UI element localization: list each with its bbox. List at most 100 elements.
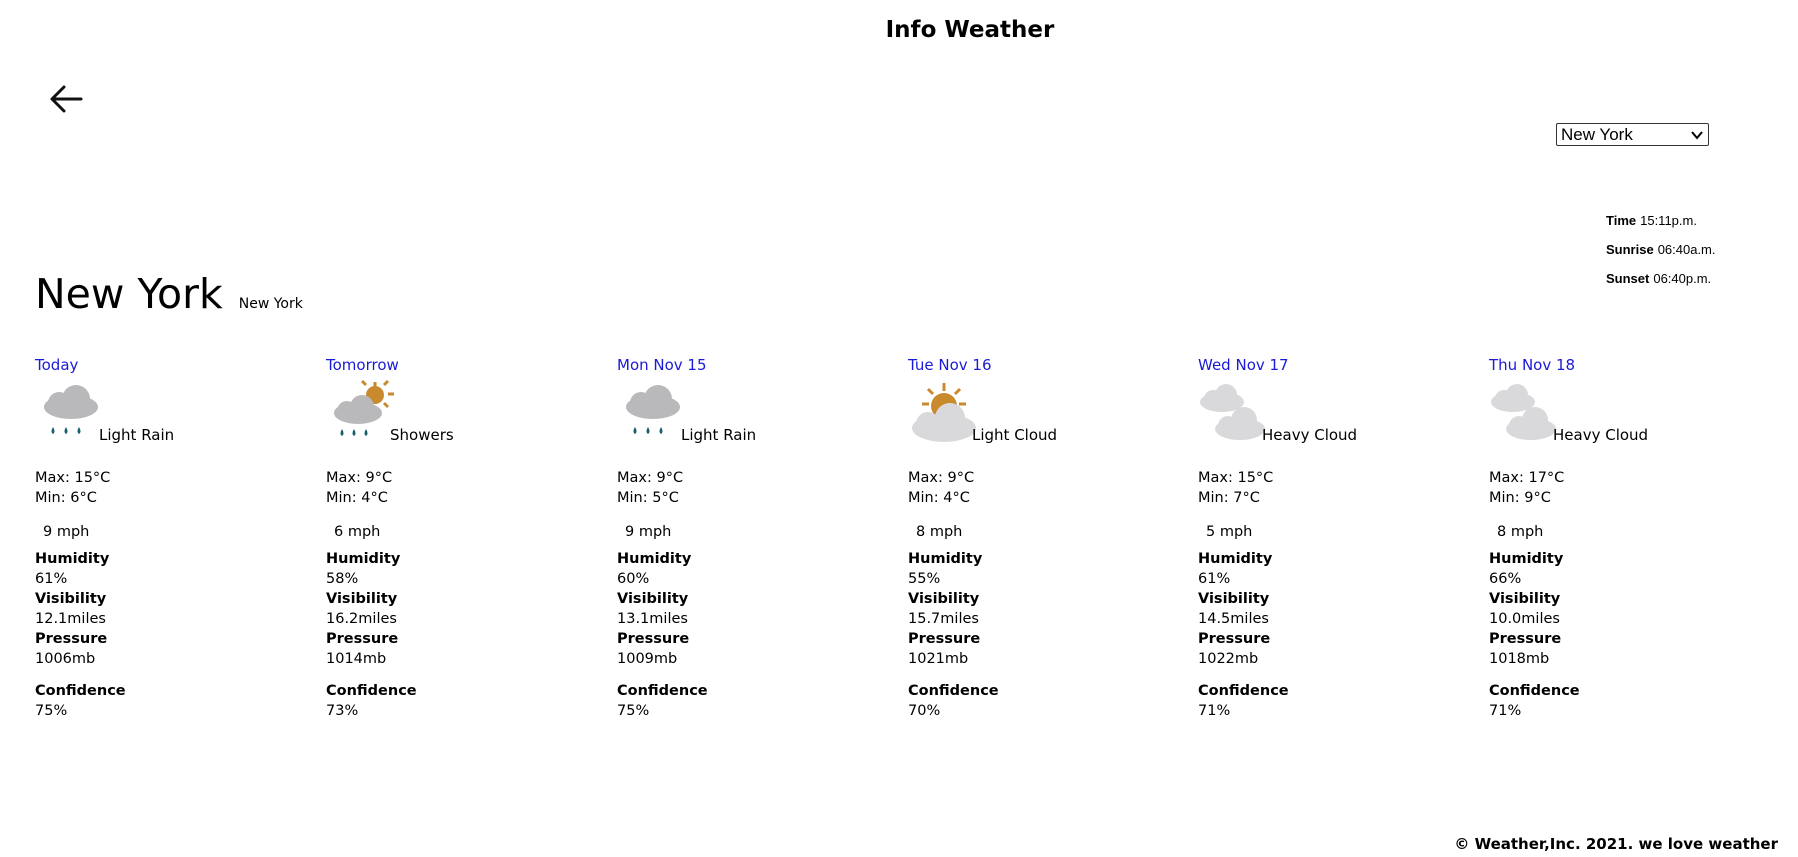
confidence-label: Confidence — [1489, 683, 1580, 699]
humidity-label: Humidity — [35, 551, 110, 567]
heavy-cloud-icon — [1491, 384, 1558, 442]
city-name: New York — [35, 270, 223, 318]
heavy-cloud-icon — [1200, 384, 1267, 442]
humidity-value: 58% — [326, 571, 359, 587]
visibility-label: Visibility — [1198, 591, 1270, 607]
wind-speed: 8 mph — [1497, 524, 1544, 540]
confidence-label: Confidence — [35, 683, 126, 699]
pressure-label: Pressure — [1489, 631, 1562, 647]
light-cloud-icon — [912, 383, 976, 442]
pressure-label: Pressure — [1198, 631, 1271, 647]
visibility-label: Visibility — [35, 591, 107, 607]
day-label[interactable]: Tue Nov 16 — [908, 354, 1158, 376]
sunset-value: 06:40p.m. — [1653, 271, 1712, 286]
time-label: Time — [1606, 213, 1637, 228]
confidence-value: 71% — [1198, 703, 1231, 719]
humidity-label: Humidity — [617, 551, 692, 567]
light-rain-icon — [44, 385, 98, 434]
pressure-label: Pressure — [326, 631, 399, 647]
confidence-label: Confidence — [326, 683, 417, 699]
confidence-label: Confidence — [908, 683, 999, 699]
day-label[interactable]: Thu Nov 18 — [1489, 354, 1739, 376]
back-button[interactable] — [45, 78, 87, 120]
visibility-value: 14.5miles — [1198, 611, 1269, 627]
weather-stats: Humidity 66% Visibility 10.0miles Pressu… — [1489, 549, 1739, 669]
max-temp: Max: 15°C — [1198, 470, 1274, 486]
min-temp: Min: 5°C — [617, 490, 679, 506]
confidence-value: 71% — [1489, 703, 1522, 719]
visibility-label: Visibility — [326, 591, 398, 607]
region-name: New York — [238, 296, 303, 312]
showers-icon — [334, 380, 394, 436]
pressure-value: 1009mb — [617, 651, 678, 667]
wind-speed: 9 mph — [625, 524, 672, 540]
confidence: Confidence 75% — [617, 681, 867, 721]
pressure-value: 1021mb — [908, 651, 969, 667]
pressure-label: Pressure — [617, 631, 690, 647]
confidence-value: 75% — [617, 703, 650, 719]
weather-stats: Humidity 55% Visibility 15.7miles Pressu… — [908, 549, 1158, 669]
light-rain-icon — [626, 385, 680, 434]
forecast-day: Thu Nov 18 Heavy Cloud Max: 17°C Min: 9°… — [1489, 354, 1739, 721]
max-temp: Max: 9°C — [326, 470, 393, 486]
wind-speed: 5 mph — [1206, 524, 1253, 540]
confidence: Confidence 73% — [326, 681, 576, 721]
sun-times: Time 15:11p.m. Sunrise 06:40a.m. Sunset 06:… — [1606, 211, 1716, 298]
max-temp: Max: 9°C — [908, 470, 975, 486]
condition-row: Light Rain — [35, 380, 285, 448]
temperature-range: Max: 17°C Min: 9°C — [1489, 468, 1739, 508]
visibility-value: 15.7miles — [908, 611, 979, 627]
max-temp: Max: 15°C — [35, 470, 111, 486]
day-label[interactable]: Mon Nov 15 — [617, 354, 867, 376]
wind-speed: 9 mph — [43, 524, 90, 540]
weather-stats: Humidity 58% Visibility 16.2miles Pressu… — [326, 549, 576, 669]
chevron-down-icon — [1691, 130, 1703, 140]
visibility-value: 12.1miles — [35, 611, 106, 627]
condition-text: Light Rain — [99, 426, 175, 444]
location-select-value: New York — [1561, 124, 1633, 144]
weather-stats: Humidity 61% Visibility 14.5miles Pressu… — [1198, 549, 1448, 669]
location-select[interactable]: New York — [1556, 123, 1709, 146]
wind-speed: 8 mph — [916, 524, 963, 540]
visibility-value: 16.2miles — [326, 611, 397, 627]
temperature-range: Max: 9°C Min: 4°C — [326, 468, 576, 508]
forecast-day: Mon Nov 15 Light Rain Max: 9°C Min: 5°C … — [617, 354, 867, 721]
sunrise-row: Sunrise 06:40a.m. — [1606, 240, 1716, 269]
confidence: Confidence 75% — [35, 681, 285, 721]
condition-text: Heavy Cloud — [1262, 426, 1358, 444]
day-label[interactable]: Today — [35, 354, 285, 376]
wind-speed: 6 mph — [334, 524, 381, 540]
pressure-label: Pressure — [35, 631, 108, 647]
pressure-value: 1006mb — [35, 651, 96, 667]
humidity-label: Humidity — [326, 551, 401, 567]
time-row: Time 15:11p.m. — [1606, 211, 1716, 240]
condition-row: Heavy Cloud — [1198, 380, 1448, 448]
forecast-day: Wed Nov 17 Heavy Cloud Max: 15°C Min: 7°… — [1198, 354, 1448, 721]
confidence: Confidence 71% — [1198, 681, 1448, 721]
visibility-label: Visibility — [1489, 591, 1561, 607]
sunrise-label: Sunrise — [1606, 242, 1654, 257]
min-temp: Min: 4°C — [908, 490, 970, 506]
forecast-day: Tue Nov 16 Light Cloud Max: 9°C Min: 4°C… — [908, 354, 1158, 721]
forecast-day: Today Light Rain Max: 15°C Min: 6°C 9 mp… — [35, 354, 285, 721]
arrow-left-icon — [50, 85, 83, 113]
sunset-row: Sunset 06:40p.m. — [1606, 269, 1716, 298]
temperature-range: Max: 15°C Min: 7°C — [1198, 468, 1448, 508]
pressure-value: 1018mb — [1489, 651, 1550, 667]
condition-text: Light Rain — [681, 426, 757, 444]
time-value: 15:11p.m. — [1640, 213, 1697, 228]
visibility-label: Visibility — [908, 591, 980, 607]
humidity-value: 66% — [1489, 571, 1522, 587]
condition-text: Showers — [390, 426, 454, 444]
humidity-label: Humidity — [908, 551, 983, 567]
condition-row: Light Rain — [617, 380, 867, 448]
day-label[interactable]: Tomorrow — [326, 354, 576, 376]
day-label[interactable]: Wed Nov 17 — [1198, 354, 1448, 376]
location-heading: New York New York — [35, 270, 303, 318]
min-temp: Min: 4°C — [326, 490, 388, 506]
pressure-label: Pressure — [908, 631, 981, 647]
humidity-label: Humidity — [1489, 551, 1564, 567]
confidence: Confidence 71% — [1489, 681, 1739, 721]
max-temp: Max: 9°C — [617, 470, 684, 486]
pressure-value: 1022mb — [1198, 651, 1259, 667]
